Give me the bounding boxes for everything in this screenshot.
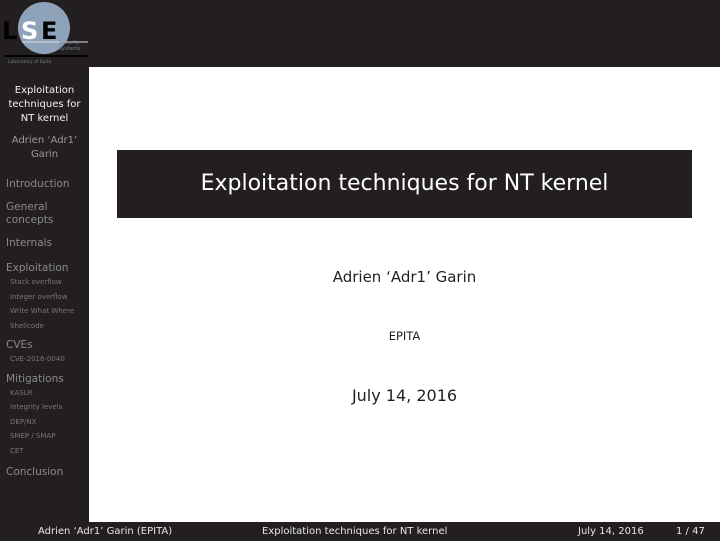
sidebar-section-mitigations[interactable]: Mitigations: [0, 373, 89, 386]
section-label-line: General: [6, 201, 48, 213]
sidebar-title-line: NT kernel: [20, 113, 69, 124]
footer-bar: Adrien ‘Adr1’ Garin (EPITA) Exploitation…: [0, 522, 720, 541]
sidebar-subsection-integrity-levels[interactable]: Integrity levels: [0, 400, 89, 415]
sidebar-title[interactable]: Exploitation techniques for NT kernel: [0, 84, 89, 126]
sidebar-section-conclusion[interactable]: Conclusion: [0, 466, 89, 479]
sidebar-subsection-cve-2016-0040[interactable]: CVE-2016-0040: [0, 352, 89, 367]
slide-date: July 14, 2016: [351, 386, 458, 405]
logo-letter-e: E: [41, 17, 57, 45]
logo-letter-s: S: [21, 17, 38, 45]
sidebar-author-line: Garin: [30, 149, 59, 160]
sidebar-section-introduction[interactable]: Introduction: [0, 178, 89, 191]
slide-title: Exploitation techniques for NT kernel: [200, 171, 609, 196]
footer-date: July 14, 2016: [578, 526, 644, 537]
top-header-bar: L S E Security Systems Laboratory of Epi…: [0, 0, 720, 67]
slide-institute: EPITA: [388, 329, 421, 343]
sidebar-subsection-shellcode[interactable]: Shellcode: [0, 319, 89, 334]
section-label-line: concepts: [6, 214, 54, 226]
sidebar-subsection-kaslr[interactable]: KASLR: [0, 386, 89, 401]
sidebar-subsection-smep-smap[interactable]: SMEP / SMAP: [0, 429, 89, 444]
sidebar-subsection-stack-overflow[interactable]: Stack overflow: [0, 275, 89, 290]
sidebar-subsection-write-what-where[interactable]: Write What Where: [0, 304, 89, 319]
logo-subtitle: Laboratory of Epita: [8, 59, 51, 65]
sidebar-author-line: Adrien ‘Adr1’: [11, 135, 78, 146]
sidebar-subsection-integer-overflow[interactable]: Integer overflow: [0, 290, 89, 305]
sidebar-author[interactable]: Adrien ‘Adr1’ Garin: [0, 134, 89, 162]
sidebar-section-cves[interactable]: CVEs: [0, 339, 89, 352]
slide-title-box: Exploitation techniques for NT kernel: [117, 150, 692, 218]
sidebar-title-line: Exploitation: [14, 85, 75, 96]
sidebar-section-internals[interactable]: Internals: [0, 237, 89, 250]
sidebar-section-general-concepts[interactable]: General concepts: [0, 201, 89, 227]
footer-author: Adrien ‘Adr1’ Garin (EPITA): [38, 526, 173, 537]
logo-tagline-2: Systems: [59, 46, 81, 52]
footer-title: Exploitation techniques for NT kernel: [262, 526, 448, 537]
sidebar-subsection-dep-nx[interactable]: DEP/NX: [0, 415, 89, 430]
lse-logo: L S E Security Systems Laboratory of Epi…: [2, 2, 88, 65]
slide-author: Adrien ‘Adr1’ Garin: [332, 268, 477, 286]
sidebar-subsection-cet[interactable]: CET: [0, 444, 89, 459]
sidebar: Exploitation techniques for NT kernel Ad…: [0, 67, 89, 522]
sidebar-title-line: techniques for: [8, 99, 81, 110]
footer-page-number: 1 / 47: [676, 526, 705, 537]
sidebar-nav: Introduction General concepts Internals …: [0, 178, 89, 479]
sidebar-section-exploitation[interactable]: Exploitation: [0, 262, 89, 275]
logo-letter-l: L: [2, 17, 17, 45]
